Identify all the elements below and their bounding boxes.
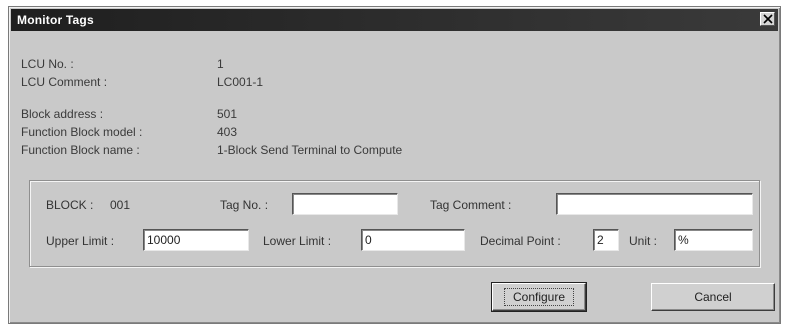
- fb-name-value: 1-Block Send Terminal to Compute: [217, 143, 403, 157]
- decimal-point-label: Decimal Point :: [480, 234, 561, 248]
- monitor-tags-dialog: Monitor Tags LCU No. : 1 LCU Comment : L…: [8, 6, 781, 324]
- block-value: 001: [110, 198, 131, 212]
- lower-limit-input[interactable]: [361, 229, 465, 251]
- configure-button[interactable]: Configure: [491, 282, 587, 312]
- fb-model-value: 403: [217, 125, 238, 139]
- lcu-comment-value: LC001-1: [217, 75, 264, 89]
- lcu-no-value: 1: [217, 57, 224, 71]
- title-bar[interactable]: Monitor Tags: [11, 9, 778, 31]
- block-group: BLOCK : 001 Tag No. : Tag Comment : Uppe…: [29, 180, 760, 267]
- block-address-label: Block address :: [21, 107, 104, 121]
- block-address-value: 501: [217, 107, 238, 121]
- decimal-point-input[interactable]: [593, 229, 619, 251]
- close-button[interactable]: [760, 12, 775, 26]
- tag-no-input[interactable]: [292, 193, 398, 215]
- window-title: Monitor Tags: [17, 13, 94, 27]
- unit-input[interactable]: [674, 229, 753, 251]
- tag-comment-label: Tag Comment :: [430, 198, 512, 212]
- block-label: BLOCK :: [46, 198, 94, 212]
- cancel-button[interactable]: Cancel: [651, 283, 775, 311]
- upper-limit-label: Upper Limit :: [46, 234, 115, 248]
- unit-label: Unit :: [629, 234, 658, 248]
- lcu-no-label: LCU No. :: [21, 57, 74, 71]
- fb-name-label: Function Block name :: [21, 143, 140, 157]
- cancel-button-label: Cancel: [694, 290, 732, 304]
- tag-no-label: Tag No. :: [220, 198, 269, 212]
- configure-button-label: Configure: [503, 288, 575, 306]
- fb-model-label: Function Block model :: [21, 125, 143, 139]
- lower-limit-label: Lower Limit :: [263, 234, 332, 248]
- lcu-comment-label: LCU Comment :: [21, 75, 108, 89]
- upper-limit-input[interactable]: [143, 229, 249, 251]
- tag-comment-input[interactable]: [556, 193, 753, 215]
- close-icon: [763, 14, 773, 24]
